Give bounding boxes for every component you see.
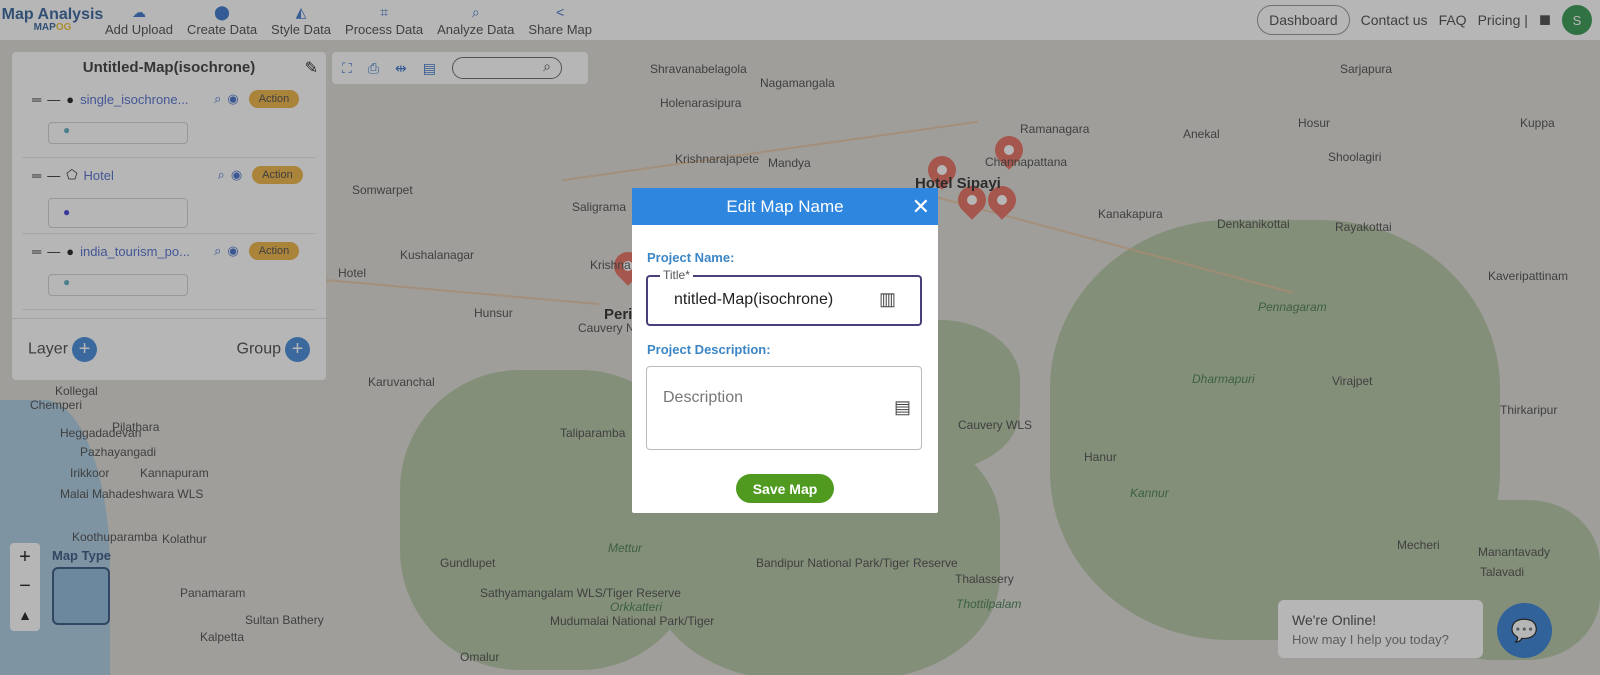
close-icon[interactable]: ✕: [912, 188, 930, 225]
title-input[interactable]: Title* ntitled-Map(isochrone) ▥: [646, 268, 922, 326]
project-description-label: Project Description:: [647, 342, 771, 357]
map-icon: ▥: [878, 289, 896, 309]
dialog-title: Edit Map Name: [726, 197, 844, 216]
document-icon: ▤: [893, 397, 911, 417]
project-name-label: Project Name:: [647, 250, 735, 265]
edit-map-name-dialog: Edit Map Name ✕ Project Name: Title* ntit…: [632, 188, 938, 513]
save-map-button[interactable]: Save Map: [736, 474, 834, 503]
description-textarea[interactable]: Description ▤: [646, 366, 922, 450]
